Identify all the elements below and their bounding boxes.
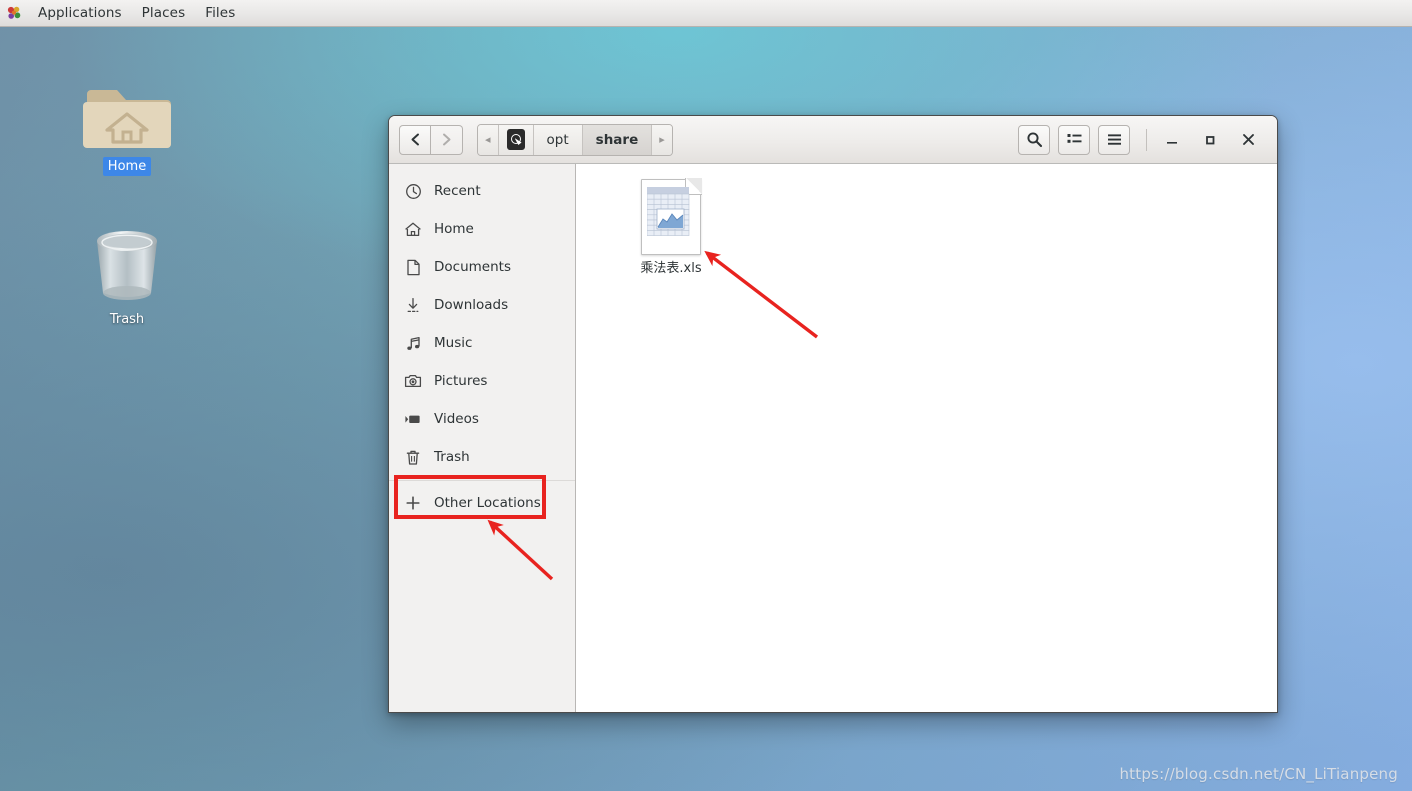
file-list-view[interactable]: 乘法表.xls	[576, 164, 1277, 712]
search-button[interactable]	[1018, 124, 1050, 155]
menu-files[interactable]: Files	[195, 3, 245, 23]
video-icon	[403, 409, 423, 429]
desktop-icon-trash[interactable]: Trash	[67, 215, 187, 329]
breadcrumb-item-opt[interactable]: opt	[533, 124, 583, 155]
close-button[interactable]	[1229, 123, 1267, 157]
window-body: Recent Home Documents Downloads Music Pi…	[389, 164, 1277, 712]
sidebar-item-recent-label: Recent	[434, 183, 481, 199]
menu-button[interactable]	[1098, 124, 1130, 155]
trash-icon	[403, 447, 423, 467]
desktop-icon-home-label: Home	[102, 157, 152, 176]
breadcrumb: ◂ opt share ▸	[477, 123, 673, 156]
music-note-icon	[403, 333, 423, 353]
file-item-name: 乘法表.xls	[640, 261, 702, 276]
back-button[interactable]	[399, 124, 431, 155]
close-icon	[1242, 134, 1254, 145]
sidebar-item-documents[interactable]: Documents	[389, 248, 575, 286]
spreadsheet-file-icon	[641, 178, 702, 255]
desktop-icon-home[interactable]: Home	[67, 62, 187, 176]
minimize-icon	[1167, 141, 1177, 144]
sidebar-item-trash[interactable]: Trash	[389, 438, 575, 476]
home-icon	[403, 219, 423, 239]
sidebar-item-downloads[interactable]: Downloads	[389, 286, 575, 324]
clock-icon	[403, 181, 423, 201]
sidebar-item-home[interactable]: Home	[389, 210, 575, 248]
gnome-footprint-icon	[6, 5, 22, 21]
forward-button[interactable]	[431, 124, 463, 155]
headerbar-separator	[1146, 128, 1147, 151]
hamburger-menu-icon	[1107, 134, 1121, 145]
file-item[interactable]: 乘法表.xls	[618, 178, 724, 277]
camera-icon	[403, 371, 423, 391]
breadcrumb-scroll-right[interactable]: ▸	[652, 124, 672, 155]
maximize-button[interactable]	[1191, 123, 1229, 157]
breadcrumb-root[interactable]	[498, 124, 534, 155]
list-view-icon	[1067, 134, 1081, 143]
navigation-buttons	[399, 124, 463, 155]
sidebar-item-recent[interactable]: Recent	[389, 172, 575, 210]
sidebar-item-videos-label: Videos	[434, 411, 479, 427]
headerbar-actions	[1010, 123, 1267, 157]
watermark: https://blog.csdn.net/CN_LiTianpeng	[1119, 765, 1398, 783]
sidebar-item-home-label: Home	[434, 221, 474, 237]
breadcrumb-item-share[interactable]: share	[582, 124, 653, 155]
view-list-button[interactable]	[1058, 124, 1090, 155]
window-headerbar: ◂ opt share ▸	[389, 116, 1277, 164]
sidebar-item-downloads-label: Downloads	[434, 297, 509, 313]
maximize-icon	[1206, 135, 1215, 144]
screen: Applications Places Files Home Trash ◂ o…	[0, 0, 1412, 791]
top-panel: Applications Places Files	[0, 0, 1412, 27]
file-manager-window: ◂ opt share ▸ Recent Home Documents Down…	[388, 115, 1278, 713]
sidebar-item-music[interactable]: Music	[389, 324, 575, 362]
breadcrumb-scroll-left[interactable]: ◂	[478, 124, 499, 155]
sidebar-item-music-label: Music	[434, 335, 473, 351]
sidebar-item-pictures[interactable]: Pictures	[389, 362, 575, 400]
places-sidebar: Recent Home Documents Downloads Music Pi…	[389, 164, 576, 712]
sidebar-item-pictures-label: Pictures	[434, 373, 488, 389]
menu-places[interactable]: Places	[132, 3, 196, 23]
desktop-icon-trash-label: Trash	[109, 312, 145, 327]
document-icon	[403, 257, 423, 277]
sidebar-item-documents-label: Documents	[434, 259, 511, 275]
chevron-left-icon	[411, 133, 419, 146]
download-icon	[403, 295, 423, 315]
hard-disk-icon	[506, 129, 525, 150]
sidebar-item-videos[interactable]: Videos	[389, 400, 575, 438]
home-folder-icon	[67, 62, 187, 154]
sidebar-item-trash-label: Trash	[434, 449, 470, 465]
chevron-right-icon	[443, 133, 451, 146]
search-icon	[1026, 132, 1042, 148]
menu-applications[interactable]: Applications	[28, 3, 132, 23]
annotation-box-other-locations	[394, 475, 546, 519]
minimize-button[interactable]	[1153, 123, 1191, 157]
trash-can-icon	[67, 215, 187, 307]
